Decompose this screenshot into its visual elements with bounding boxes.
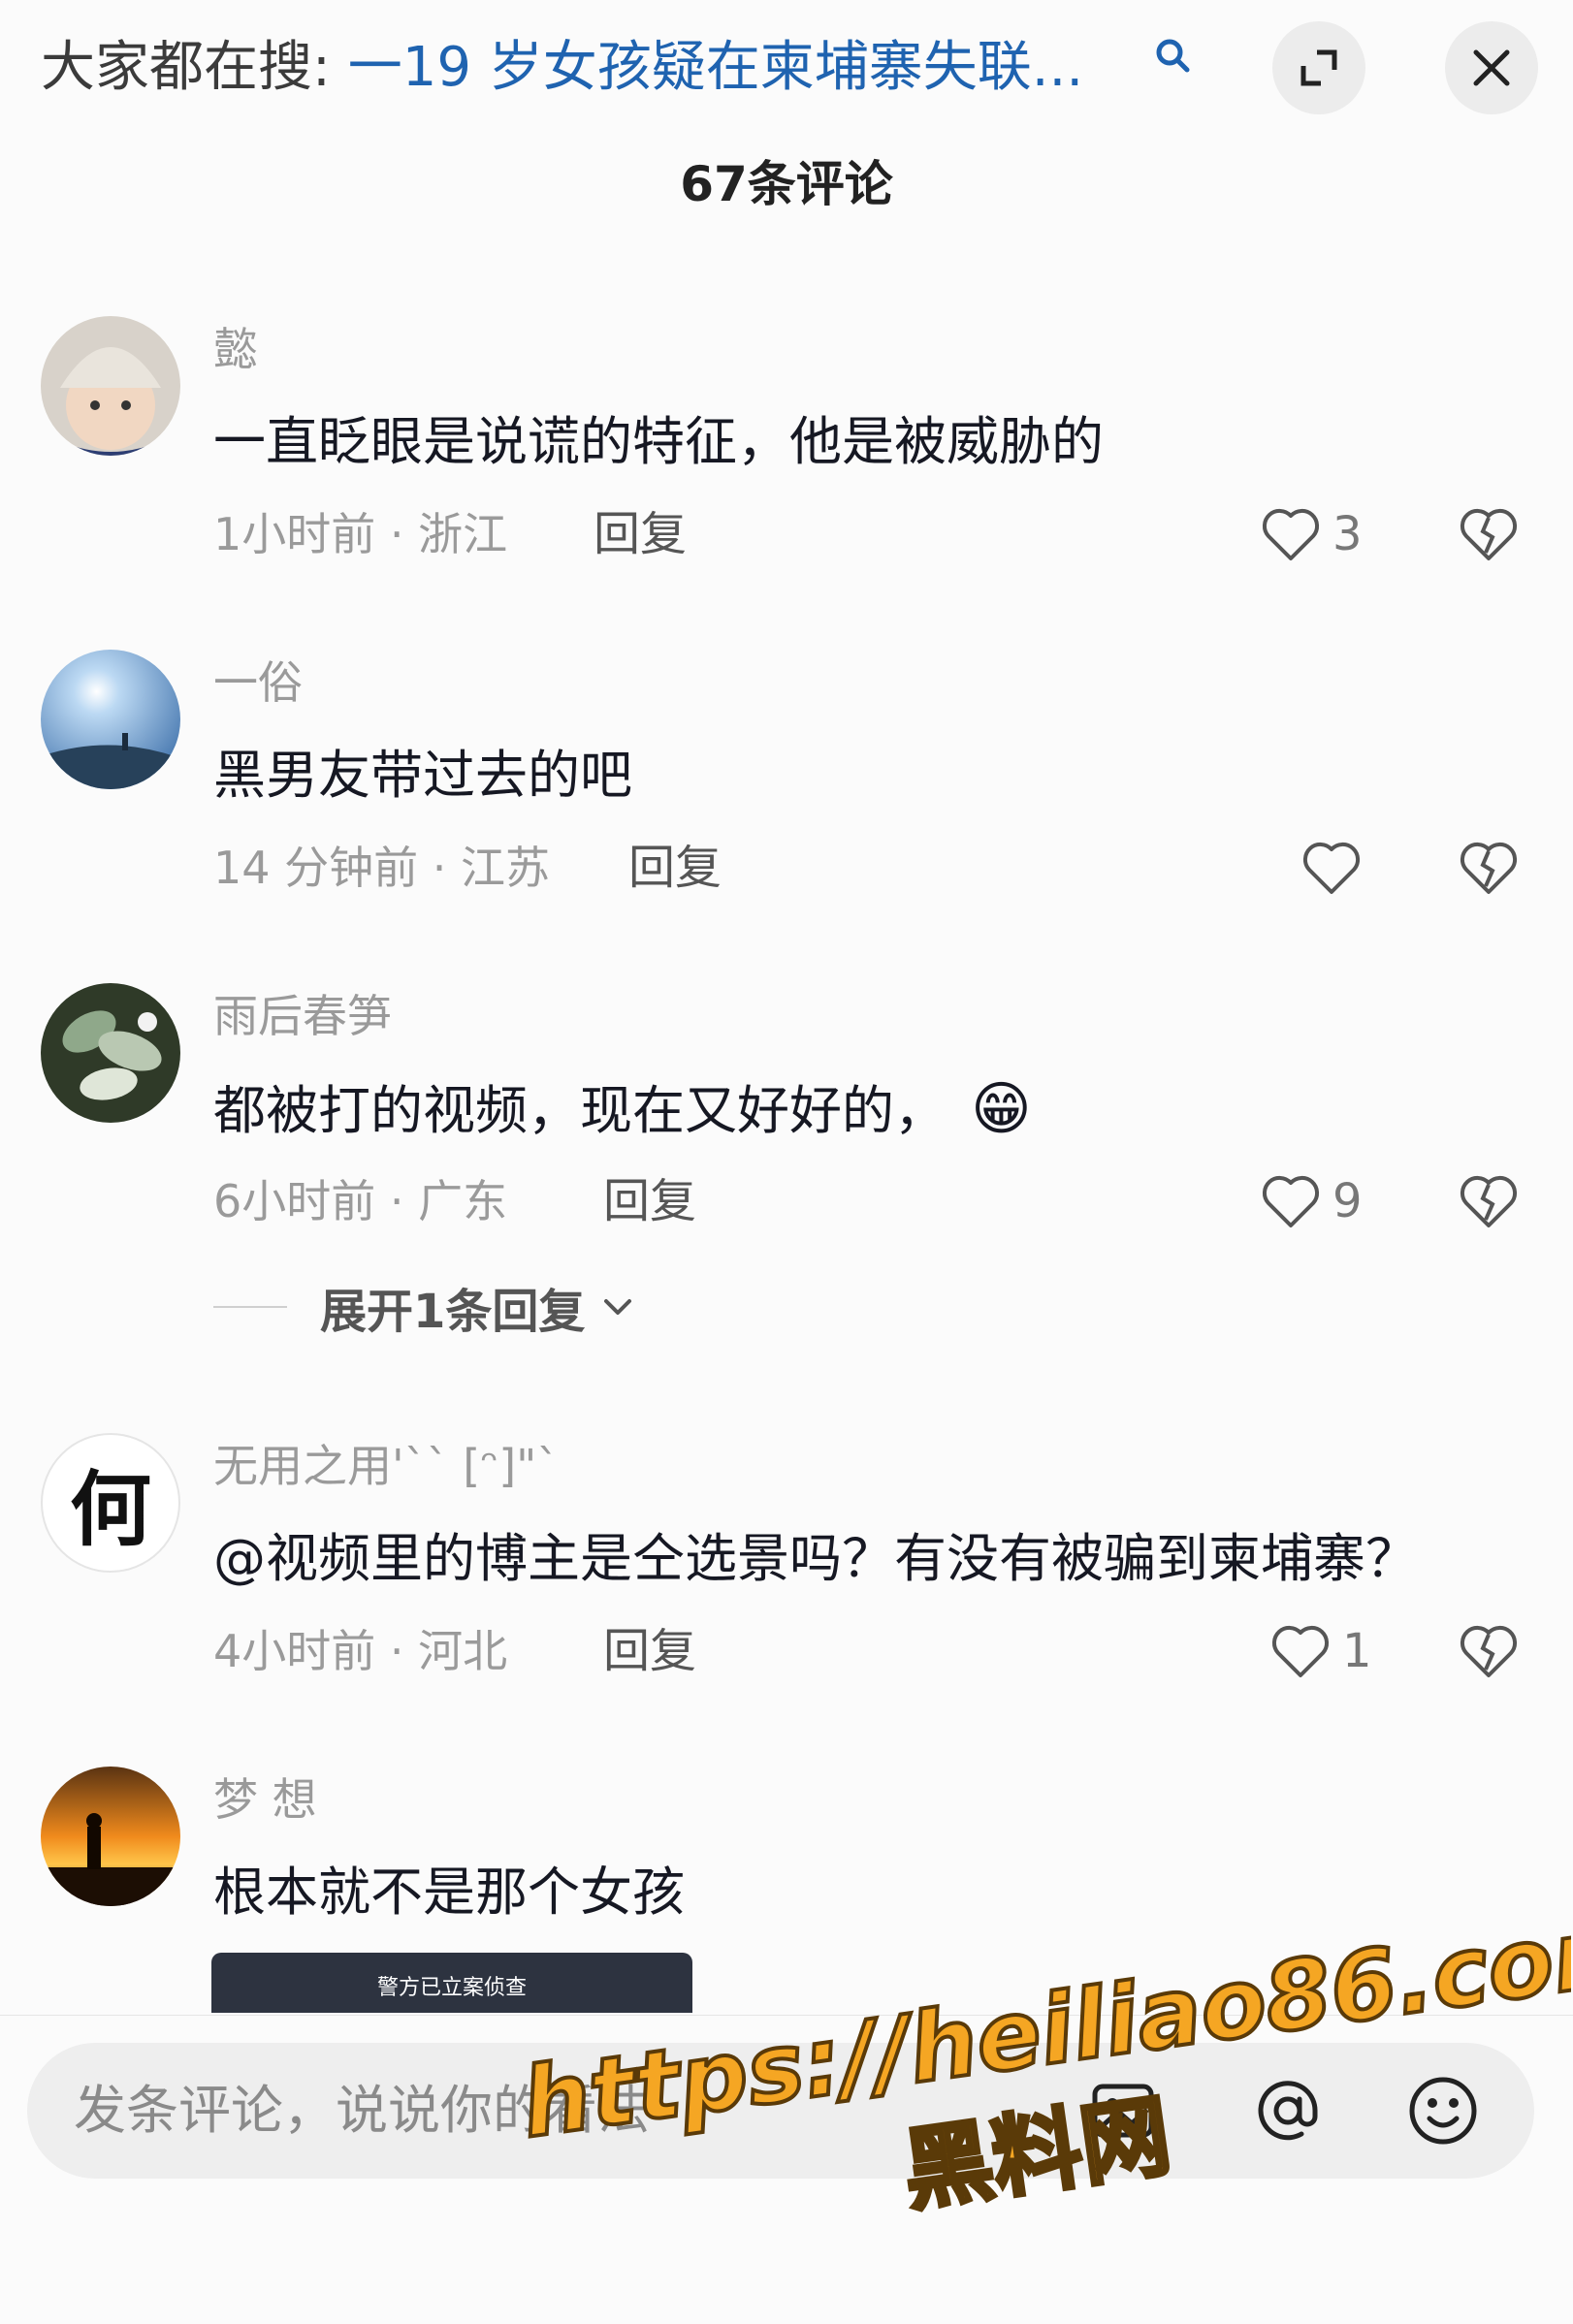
- image-icon: [1092, 2084, 1154, 2138]
- expand-button[interactable]: [1272, 21, 1365, 114]
- like-button[interactable]: [1301, 834, 1373, 902]
- comment-text: @视频里的博主是仝选景吗？有没有被骗到柬埔寨？: [213, 1528, 1418, 1589]
- expand-replies-button[interactable]: 展开1条回复: [213, 1276, 637, 1339]
- video-thumbnail[interactable]: 警方已立案侦查: [211, 1953, 692, 2013]
- reply-button[interactable]: 回复: [603, 1167, 696, 1235]
- avatar[interactable]: 何: [41, 1433, 180, 1573]
- comment-username[interactable]: 雨后春笋: [213, 985, 392, 1047]
- avatar[interactable]: [41, 1767, 180, 1906]
- expand-replies-label: 展开1条回复: [320, 1285, 586, 1339]
- dislike-button[interactable]: [1455, 834, 1523, 902]
- dislike-button[interactable]: [1455, 1167, 1523, 1235]
- search-hint-query[interactable]: 一19 岁女孩疑在柬埔寨失联...: [348, 36, 1083, 99]
- thumbnail-caption: 警方已立案侦查: [376, 1976, 527, 2000]
- comment-text: 都被打的视频，现在又好好的， 😁: [213, 1070, 1032, 1148]
- avatar[interactable]: [41, 983, 180, 1123]
- like-count: 9: [1332, 1174, 1363, 1228]
- reply-button[interactable]: 回复: [603, 1617, 696, 1685]
- reply-button[interactable]: 回复: [628, 834, 722, 902]
- comment-meta: 14 分钟前 · 江苏: [213, 842, 551, 894]
- comment-input[interactable]: 发条评论，说说你的看法: [27, 2043, 1534, 2179]
- comment-username[interactable]: 懿: [213, 318, 258, 380]
- image-button[interactable]: [1084, 2072, 1162, 2149]
- comment-username[interactable]: 无用之用'`` [ᵔ]"`: [213, 1435, 559, 1497]
- comments-count-title: 67条评论: [680, 156, 893, 212]
- dislike-button[interactable]: [1455, 1617, 1523, 1685]
- reply-button[interactable]: 回复: [594, 500, 687, 568]
- emoji-icon: [1409, 2077, 1477, 2145]
- comment-username[interactable]: 一俗: [213, 652, 303, 714]
- comment-text: 一直眨眼是说谎的特征，他是被威胁的: [213, 411, 1104, 472]
- avatar[interactable]: [41, 316, 180, 456]
- like-button[interactable]: 1: [1270, 1617, 1372, 1685]
- like-button[interactable]: 3: [1261, 500, 1363, 568]
- top-bar: 大家都在搜: 一19 岁女孩疑在柬埔寨失联...: [0, 0, 1573, 136]
- search-icon[interactable]: [1152, 35, 1195, 78]
- grin-emoji: 😁: [971, 1075, 1032, 1143]
- like-count: 3: [1332, 507, 1363, 561]
- like-button[interactable]: 9: [1261, 1167, 1363, 1235]
- avatar-glyph: 何: [69, 1460, 151, 1557]
- expand-divider: [213, 1306, 287, 1308]
- comment-meta: 4小时前 · 河北: [213, 1625, 508, 1677]
- close-icon: [1473, 49, 1510, 86]
- emoji-button[interactable]: [1404, 2072, 1482, 2149]
- broken-heart-icon: [1461, 508, 1517, 560]
- search-hint-prefix: 大家都在搜:: [41, 36, 331, 99]
- avatar[interactable]: [41, 650, 180, 789]
- at-icon: [1258, 2081, 1318, 2141]
- comment-username[interactable]: 梦 想: [213, 1768, 317, 1831]
- like-count: 1: [1342, 1624, 1372, 1678]
- broken-heart-icon: [1461, 842, 1517, 894]
- comment-input-placeholder: 发条评论，说说你的看法: [74, 2080, 650, 2141]
- mention-button[interactable]: [1249, 2072, 1327, 2149]
- comment-text: 根本就不是那个女孩: [213, 1862, 685, 1923]
- comment-text: 黑男友带过去的吧: [213, 745, 632, 806]
- close-button[interactable]: [1445, 21, 1538, 114]
- comment-meta: 6小时前 · 广东: [213, 1175, 508, 1227]
- heart-icon: [1263, 1175, 1319, 1227]
- broken-heart-icon: [1461, 1175, 1517, 1227]
- comment-input-bar: 发条评论，说说你的看法: [0, 2015, 1573, 2324]
- heart-icon: [1303, 842, 1360, 894]
- heart-icon: [1263, 508, 1319, 560]
- dislike-button[interactable]: [1455, 500, 1523, 568]
- search-hint[interactable]: 大家都在搜: 一19 岁女孩疑在柬埔寨失联...: [41, 29, 1083, 107]
- chevron-down-icon: [604, 1299, 632, 1315]
- heart-icon: [1272, 1625, 1329, 1677]
- comment-meta: 1小时前 · 浙江: [213, 508, 508, 560]
- broken-heart-icon: [1461, 1625, 1517, 1677]
- comment-text-body: 都被打的视频，现在又好好的，: [213, 1080, 947, 1141]
- expand-icon: [1300, 49, 1337, 86]
